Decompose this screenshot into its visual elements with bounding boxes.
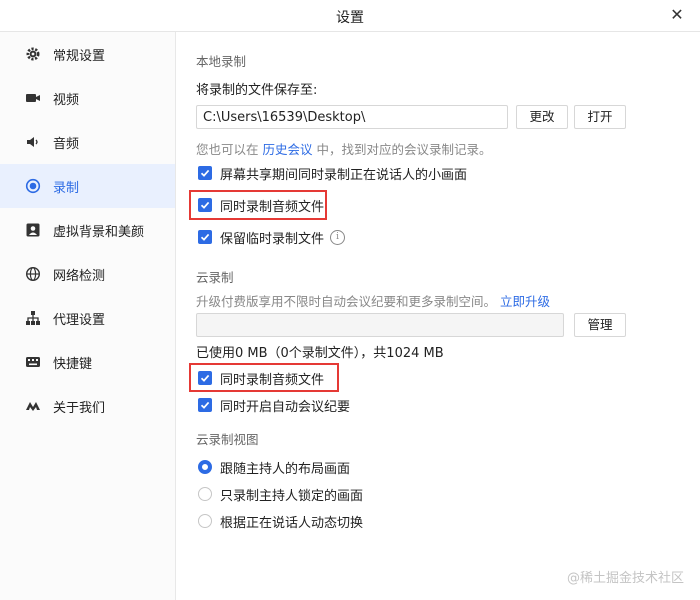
option-label: 跟随主持人的布局画面: [220, 461, 351, 477]
option-label: 同时开启自动会议纪要: [220, 399, 351, 415]
checkbox-checked[interactable]: [198, 166, 212, 180]
cloud-audio-file-option[interactable]: 同时录制音频文件: [198, 369, 325, 388]
view-active-speaker-option[interactable]: 根据正在说话人动态切换: [198, 512, 364, 531]
option-label: 同时录制音频文件: [220, 372, 325, 388]
record-icon: [25, 178, 41, 194]
cloud-recording-title: 云录制: [196, 270, 234, 285]
manage-button[interactable]: 管理: [574, 313, 626, 337]
radio-unselected[interactable]: [198, 487, 212, 501]
sidebar-item-about[interactable]: 关于我们: [0, 384, 175, 428]
sidebar-item-virtual-background[interactable]: 虚拟背景和美颜: [0, 208, 175, 252]
upgrade-hint: 升级付费版享用不限时自动会议纪要和更多录制空间。 立即升级: [196, 291, 550, 310]
change-path-button[interactable]: 更改: [516, 105, 568, 129]
keep-temp-files-option[interactable]: 保留临时录制文件 i: [198, 228, 346, 247]
sidebar-item-label: 视频: [53, 92, 80, 108]
save-path-field[interactable]: C:\Users\16539\Desktop\: [196, 105, 508, 129]
recording-settings-panel: 本地录制 将录制的文件保存至: C:\Users\16539\Desktop\ …: [176, 32, 700, 600]
history-hint-suffix: 中，找到对应的会议录制记录。: [316, 142, 492, 157]
open-folder-button[interactable]: 打开: [574, 105, 626, 129]
save-to-label: 将录制的文件保存至:: [196, 83, 318, 98]
sidebar-item-audio[interactable]: 音频: [0, 120, 175, 164]
checkbox-checked[interactable]: [198, 198, 212, 212]
sidebar-item-label: 音频: [53, 136, 80, 152]
checkbox-checked[interactable]: [198, 230, 212, 244]
close-icon[interactable]: ✕: [668, 6, 686, 24]
sidebar: 常规设置 视频 音频 录制 虚拟背景和美颜 网络检测 代理设置 快捷键 关于我们: [0, 32, 176, 600]
sidebar-item-label: 代理设置: [53, 312, 106, 328]
sidebar-item-network-check[interactable]: 网络检测: [0, 252, 175, 296]
cloud-storage-bar: [196, 313, 564, 337]
sidebar-item-video[interactable]: 视频: [0, 76, 175, 120]
sidebar-item-recording[interactable]: 录制: [0, 164, 175, 208]
sidebar-item-proxy[interactable]: 代理设置: [0, 296, 175, 340]
cloud-usage-text: 已使用0 MB（0个录制文件），共1024 MB: [196, 346, 444, 361]
logo-icon: [25, 398, 41, 414]
checkbox-checked[interactable]: [198, 398, 212, 412]
local-audio-file-option[interactable]: 同时录制音频文件: [198, 196, 325, 215]
globe-icon: [25, 266, 41, 282]
checkbox-checked[interactable]: [198, 371, 212, 385]
option-label: 保留临时录制文件: [220, 231, 325, 247]
cloud-view-title: 云录制视图: [196, 432, 259, 447]
history-meetings-link[interactable]: 历史会议: [263, 142, 313, 157]
sidebar-item-label: 常规设置: [53, 48, 106, 64]
auto-minutes-option[interactable]: 同时开启自动会议纪要: [198, 396, 351, 415]
history-hint-prefix: 您也可以在: [196, 142, 259, 157]
option-label: 同时录制音频文件: [220, 199, 325, 215]
title-bar: 设置 ✕: [0, 0, 700, 32]
sidebar-item-label: 快捷键: [53, 356, 93, 372]
gear-icon: [25, 46, 41, 62]
radio-selected[interactable]: [198, 460, 212, 474]
video-camera-icon: [25, 90, 41, 106]
sidebar-item-shortcuts[interactable]: 快捷键: [0, 340, 175, 384]
sidebar-item-label: 网络检测: [53, 268, 106, 284]
upgrade-now-link[interactable]: 立即升级: [500, 294, 550, 309]
info-icon[interactable]: i: [330, 229, 346, 245]
radio-unselected[interactable]: [198, 514, 212, 528]
sidebar-item-label: 关于我们: [53, 400, 106, 416]
option-label: 屏幕共享期间同时录制正在说话人的小画面: [220, 167, 468, 183]
upgrade-text: 升级付费版享用不限时自动会议纪要和更多录制空间。: [196, 294, 497, 309]
portrait-icon: [25, 222, 41, 238]
view-follow-host-option[interactable]: 跟随主持人的布局画面: [198, 458, 351, 477]
view-host-locked-option[interactable]: 只录制主持人锁定的画面: [198, 485, 364, 504]
sidebar-item-label: 录制: [53, 180, 80, 196]
local-recording-title: 本地录制: [196, 54, 247, 69]
network-icon: [25, 310, 41, 326]
option-label: 只录制主持人锁定的画面: [220, 488, 364, 504]
screen-share-speaker-option[interactable]: 屏幕共享期间同时录制正在说话人的小画面: [198, 164, 468, 183]
option-label: 根据正在说话人动态切换: [220, 515, 364, 531]
sidebar-item-general[interactable]: 常规设置: [0, 32, 175, 76]
history-hint: 您也可以在 历史会议 中，找到对应的会议录制记录。: [196, 139, 492, 158]
speaker-icon: [25, 134, 41, 150]
window-title: 设置: [336, 10, 364, 26]
watermark: @稀土掘金技术社区: [566, 571, 684, 586]
sidebar-item-label: 虚拟背景和美颜: [53, 224, 145, 240]
keyboard-icon: [25, 354, 41, 370]
